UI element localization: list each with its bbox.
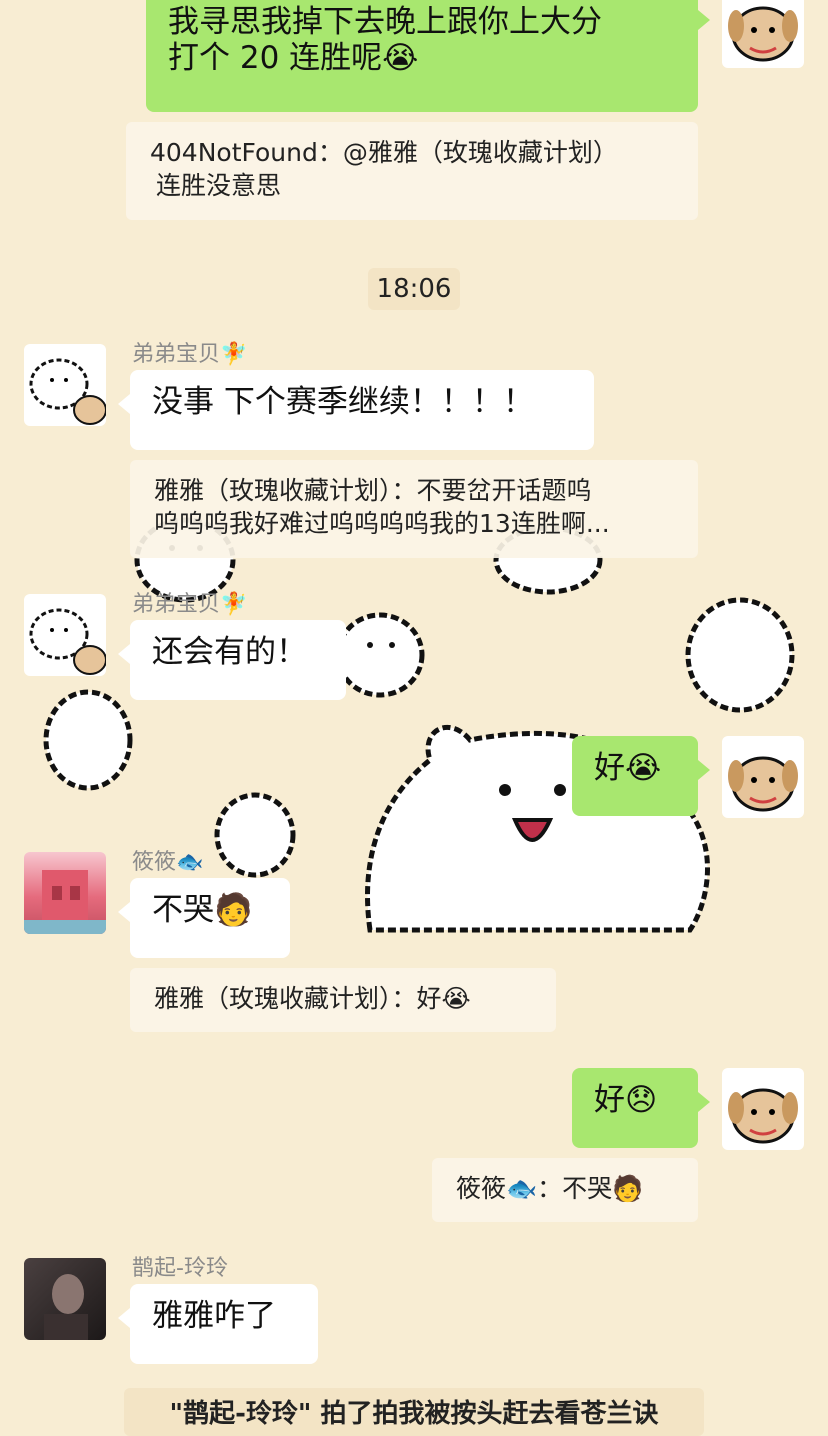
my-avatar[interactable] [722, 0, 804, 68]
quoted-message[interactable]: 雅雅（玫瑰收藏计划）：好😭 [130, 968, 556, 1032]
my-avatar[interactable] [722, 1068, 804, 1150]
sender-name: 弟弟宝贝🧚 [132, 342, 248, 367]
portrait-icon [44, 1274, 88, 1340]
message-text: 好😞 [594, 1082, 658, 1118]
white-dog-icon [29, 608, 106, 675]
quoted-message[interactable]: 404NotFound：@雅雅（玫瑰收藏计划） 连胜没意思 [126, 122, 698, 220]
message-text: 还会有的！ [152, 634, 307, 670]
quoted-message[interactable]: 筱筱🐟：不哭🧑 [432, 1158, 698, 1222]
message-text: 没事 下个赛季继续！！！！ [152, 384, 534, 420]
quoted-message[interactable]: 雅雅（玫瑰收藏计划）：不要岔开话题呜 呜呜呜我好难过呜呜呜呜我的13连胜啊... [130, 460, 698, 558]
dog-icon [728, 6, 798, 62]
didi-avatar[interactable] [24, 594, 106, 676]
message-text: 好😭 [594, 750, 662, 786]
dog-icon [728, 756, 798, 812]
message-text: 不哭🧑 [152, 892, 253, 928]
sender-name: 筱筱🐟 [132, 850, 204, 875]
quote-text: 连胜没意思 [156, 171, 282, 200]
message-bubble[interactable]: 雅雅咋了 [118, 1284, 318, 1364]
message-bubble[interactable]: 没事 下个赛季继续！！！！ [118, 370, 594, 450]
quote-text: 雅雅（玫瑰收藏计划）：不要岔开话题呜 [154, 476, 592, 505]
message-text: 我寻思我掉下去晚上跟你上大分 [168, 4, 602, 40]
pat-notice: "鹊起-玲玲" 拍了拍我被按头赶去看苍兰诀 [124, 1388, 704, 1436]
message-text: 雅雅咋了 [152, 1298, 276, 1334]
message-bubble[interactable]: 还会有的！ [118, 620, 346, 700]
xiaoxiao-avatar[interactable] [24, 852, 106, 934]
message-text: 打个 20 连胜呢😭 [168, 40, 419, 76]
sender-name: 弟弟宝贝🧚 [132, 592, 248, 617]
quote-text: 404NotFound：@雅雅（玫瑰收藏计划） [150, 138, 618, 167]
timestamp: 18:06 [368, 268, 460, 310]
sender-name: 鹊起-玲玲 [132, 1256, 228, 1281]
dog-icon [728, 1088, 798, 1144]
lingling-avatar[interactable] [24, 1258, 106, 1340]
my-avatar[interactable] [722, 736, 804, 818]
didi-avatar[interactable] [24, 344, 106, 426]
quote-text: 雅雅（玫瑰收藏计划）：好😭 [154, 984, 471, 1013]
my-message-bubble[interactable]: 好😞 [572, 1068, 710, 1148]
white-dog-icon [29, 358, 106, 425]
my-message-bubble[interactable]: 好😭 [572, 736, 710, 816]
quote-text: 呜呜呜我好难过呜呜呜呜我的13连胜啊... [154, 509, 610, 538]
my-message-bubble[interactable]: 我寻思我掉下去晚上跟你上大分 打个 20 连胜呢😭 [146, 0, 710, 112]
pink-building-icon [24, 870, 106, 934]
quote-text: 筱筱🐟：不哭🧑 [456, 1174, 644, 1203]
message-bubble[interactable]: 不哭🧑 [118, 878, 290, 958]
